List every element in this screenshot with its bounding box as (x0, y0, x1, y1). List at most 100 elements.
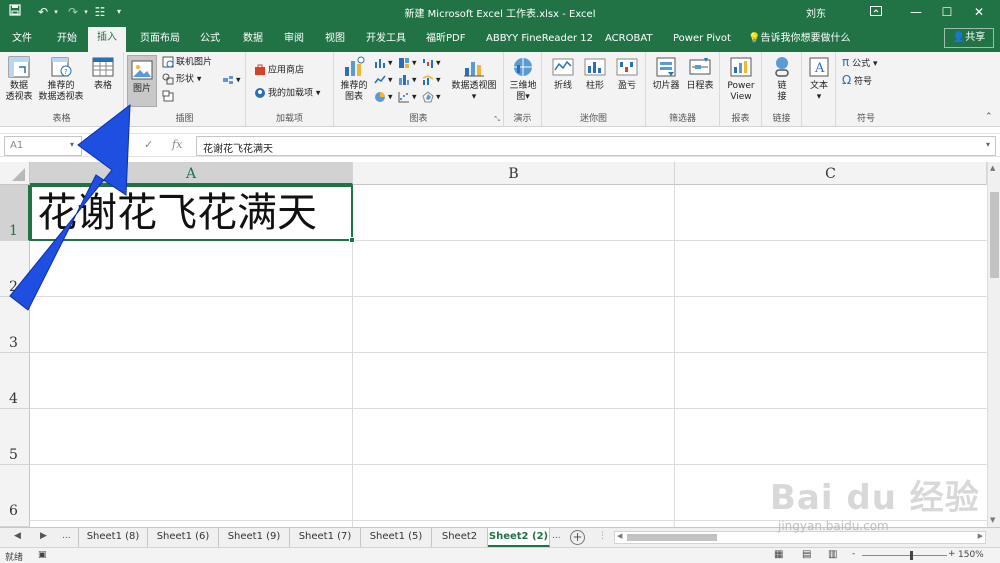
table-button[interactable]: 表格 (88, 55, 118, 92)
tab-page-layout[interactable]: 页面布局 (138, 28, 182, 52)
scroll-up-icon[interactable]: ▲ (990, 164, 995, 172)
recommended-charts-button[interactable]: 推荐的 图表 (338, 55, 370, 103)
scroll-right-icon[interactable]: ▶ (978, 532, 983, 540)
timeline-button[interactable]: 日程表 (684, 55, 716, 92)
zoom-level[interactable]: 150% (958, 550, 984, 560)
sheets-more-right[interactable]: ... (552, 531, 561, 541)
page-layout-view-icon[interactable]: ▤ (802, 549, 811, 560)
pivot-table-button[interactable]: 数据 透视表 (3, 55, 35, 103)
equation-button[interactable]: π 公式 ▾ (842, 56, 878, 70)
column-header-a[interactable]: A (30, 162, 353, 185)
slicer-button[interactable]: 切片器 (650, 55, 682, 92)
cell-a1[interactable]: 花谢花飞花满天 (30, 185, 353, 241)
map3d-button[interactable]: 三维地 图▾ (507, 55, 539, 103)
pie-chart-button[interactable]: ▾ (374, 91, 393, 104)
sheet-tab[interactable]: Sheet1 (6) (148, 528, 219, 547)
waterfall-chart-button[interactable]: ▾ (422, 57, 441, 70)
collapse-ribbon-icon[interactable]: ⌃ (985, 112, 993, 122)
tab-power-pivot[interactable]: Power Pivot (671, 28, 733, 52)
tab-file[interactable]: 文件 (10, 28, 34, 52)
text-button[interactable]: A 文本 ▾ (805, 55, 833, 103)
sparkline-line-button[interactable]: 折线 (548, 55, 578, 92)
column-header-c[interactable]: C (675, 162, 987, 185)
tell-me-search[interactable]: 💡告诉我你想要做什么 (746, 28, 852, 52)
zoom-slider-knob[interactable] (910, 551, 913, 560)
statistic-chart-button[interactable]: ▾ (398, 74, 417, 87)
online-picture-button[interactable]: 联机图片 (162, 56, 212, 69)
row-header-4[interactable]: 4 (0, 353, 30, 409)
tab-home[interactable]: 开始 (55, 28, 79, 52)
hierarchy-chart-button[interactable]: ▾ (398, 57, 417, 70)
shapes-button[interactable]: 形状 ▾ (162, 73, 201, 86)
prev-sheet-icon[interactable]: ◀ (14, 531, 21, 541)
row-header-3[interactable]: 3 (0, 297, 30, 353)
pivot-chart-button[interactable]: 数据透视图 ▾ (448, 55, 500, 103)
expand-formula-bar-icon[interactable]: ▾ (986, 140, 990, 149)
horizontal-scroll-thumb[interactable] (627, 534, 717, 541)
tab-abbyy[interactable]: ABBYY FineReader 12 (484, 28, 595, 52)
ribbon-display-icon[interactable] (862, 2, 890, 22)
tab-insert[interactable]: 插入 (88, 27, 126, 52)
sparkline-column-button[interactable]: 柱形 (580, 55, 610, 92)
fill-handle[interactable] (349, 237, 355, 243)
column-chart-button[interactable]: ▾ (374, 57, 393, 70)
recommended-pivot-button[interactable]: ? 推荐的 数据透视表 (36, 55, 86, 103)
formula-input[interactable]: 花谢花飞花满天 (196, 136, 996, 156)
row-header-1[interactable]: 1 (0, 185, 30, 241)
enter-icon[interactable]: ✓ (144, 138, 153, 151)
row-header-2[interactable]: 2 (0, 241, 30, 297)
charts-launcher-icon[interactable]: ⤡ (494, 115, 500, 124)
scroll-down-icon[interactable]: ▼ (990, 516, 995, 524)
page-break-view-icon[interactable]: ▥ (828, 549, 837, 560)
tab-formulas[interactable]: 公式 (198, 28, 222, 52)
tab-acrobat[interactable]: ACROBAT (603, 28, 655, 52)
tab-review[interactable]: 审阅 (282, 28, 306, 52)
sheet-tab[interactable]: Sheet2 (432, 528, 488, 547)
zoom-slider[interactable] (862, 555, 947, 556)
combo-chart-button[interactable]: ▾ (422, 74, 441, 87)
normal-view-icon[interactable]: ▦ (774, 549, 783, 560)
vertical-scroll-thumb[interactable] (990, 192, 999, 278)
vertical-scrollbar[interactable]: ▲ ▼ (987, 162, 1000, 527)
sheet-tab[interactable]: Sheet1 (5) (361, 528, 432, 547)
sheet-tab[interactable]: Sheet1 (7) (290, 528, 361, 547)
next-sheet-icon[interactable]: ▶ (40, 531, 47, 541)
name-box-dropdown-icon[interactable]: ▾ (70, 140, 74, 149)
add-sheet-icon[interactable]: + (570, 530, 585, 545)
select-all-button[interactable] (0, 162, 30, 185)
my-addins-button[interactable]: 我的加载项 ▾ (254, 87, 320, 100)
scatter-chart-button[interactable]: ▾ (398, 91, 417, 104)
sheet-tab[interactable]: Sheet1 (9) (219, 528, 290, 547)
zoom-in-icon[interactable]: + (948, 549, 956, 559)
sheets-more-left[interactable]: ... (62, 531, 71, 541)
tab-developer[interactable]: 开发工具 (364, 28, 408, 52)
column-header-b[interactable]: B (353, 162, 675, 185)
macro-record-icon[interactable]: ▣ (38, 550, 47, 560)
sheet-tab[interactable]: Sheet1 (8) (78, 528, 148, 547)
share-button[interactable]: 👤共享 (944, 28, 994, 48)
picture-button[interactable]: 图片 (127, 55, 157, 107)
line-chart-button[interactable]: ▾ (374, 74, 393, 87)
tab-split-icon[interactable]: ⋮ (598, 531, 607, 541)
symbol-button[interactable]: Ω 符号 (842, 74, 872, 88)
sparkline-winloss-button[interactable]: 盈亏 (612, 55, 642, 92)
zoom-out-icon[interactable]: - (852, 549, 855, 559)
tab-data[interactable]: 数据 (241, 28, 265, 52)
user-name[interactable]: 刘东 (806, 5, 826, 20)
scroll-left-icon[interactable]: ◀ (617, 532, 622, 540)
row-header-5[interactable]: 5 (0, 409, 30, 465)
row-header-6[interactable]: 6 (0, 465, 30, 527)
tab-foxit-pdf[interactable]: 福昕PDF (424, 28, 467, 52)
maximize-icon[interactable]: ☐ (933, 2, 961, 22)
close-icon[interactable]: ✕ (965, 2, 993, 22)
insert-function-icon[interactable]: fx (172, 138, 182, 151)
store-button[interactable]: 应用商店 (254, 64, 304, 77)
power-view-button[interactable]: Power View (724, 55, 758, 103)
screenshot-button[interactable] (162, 90, 176, 103)
minimize-icon[interactable]: — (902, 2, 930, 22)
tab-view[interactable]: 视图 (323, 28, 347, 52)
radar-chart-button[interactable]: ▾ (422, 91, 441, 104)
cancel-icon[interactable]: ✕ (112, 138, 121, 151)
sheet-tab-active[interactable]: Sheet2 (2) (488, 528, 550, 547)
link-button[interactable]: 链 接 (766, 55, 798, 103)
